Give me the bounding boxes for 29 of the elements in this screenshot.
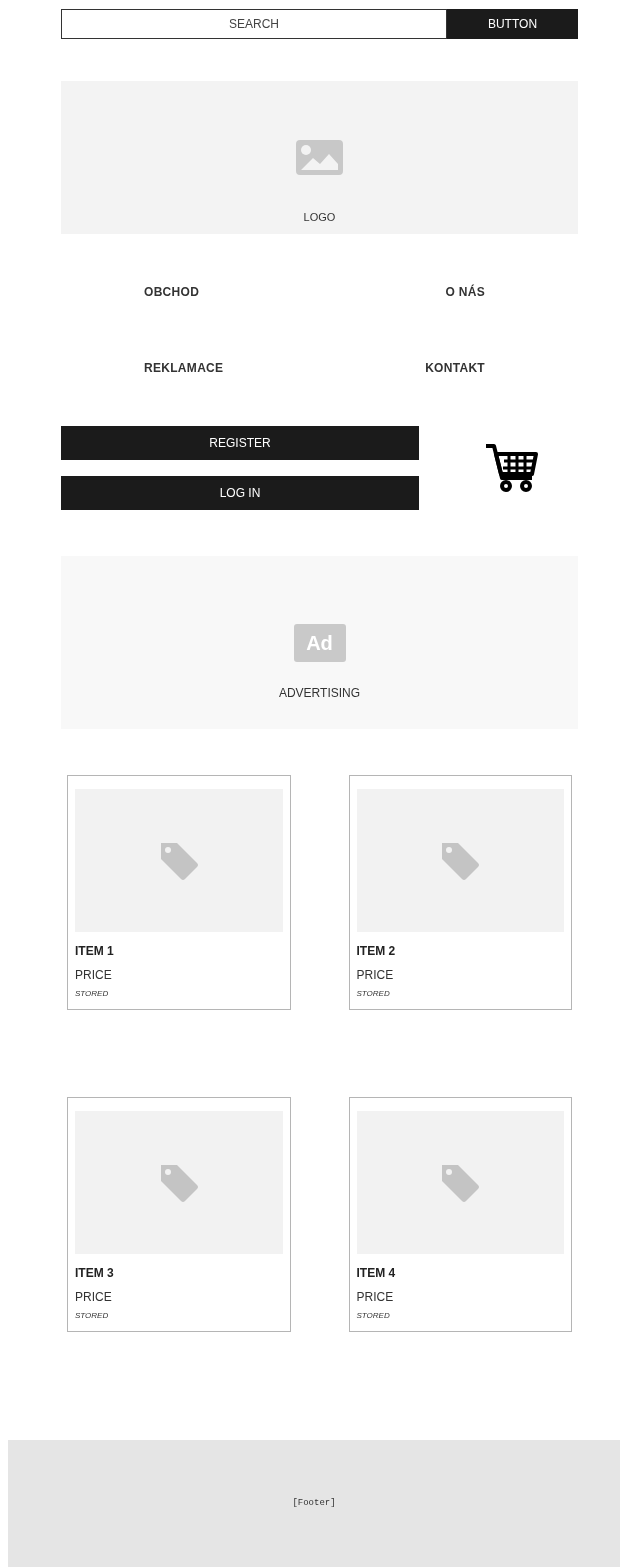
item-price: PRICE	[75, 967, 113, 984]
cart-icon[interactable]	[484, 442, 540, 494]
product-card[interactable]: ITEM 2 PRICE STORED	[348, 775, 572, 1010]
item-price: PRICE	[75, 1289, 113, 1306]
item-name: ITEM 4	[356, 1265, 397, 1282]
item-name: ITEM 3	[75, 1265, 115, 1282]
item-price: PRICE	[356, 1289, 395, 1306]
stock-status: STORED	[75, 988, 110, 1000]
footer-label: [Footer]	[292, 1496, 336, 1510]
nav-link[interactable]: REKLAMACE	[144, 359, 224, 377]
item-name: ITEM 2	[356, 943, 397, 960]
auth-button[interactable]: REGISTER	[61, 426, 419, 460]
auth-button[interactable]: LOG IN	[61, 476, 419, 510]
item-price: PRICE	[356, 967, 395, 984]
search-button[interactable]: BUTTON	[447, 9, 578, 39]
stock-status: STORED	[75, 1310, 110, 1322]
nav-link[interactable]: OBCHOD	[144, 283, 200, 301]
search-field[interactable]: SEARCH	[61, 9, 447, 39]
nav-link[interactable]: O NÁS	[445, 283, 485, 301]
stock-status: STORED	[356, 1310, 391, 1322]
image-icon	[296, 140, 343, 175]
logo-label: LOGO	[303, 210, 336, 225]
item-name: ITEM 1	[75, 943, 115, 960]
product-card[interactable]: ITEM 3 PRICE STORED	[67, 1097, 291, 1332]
nav-link[interactable]: KONTAKT	[425, 359, 485, 377]
product-card[interactable]: ITEM 4 PRICE STORED	[348, 1097, 572, 1332]
product-card[interactable]: ITEM 1 PRICE STORED	[67, 775, 291, 1010]
advertising-label: ADVERTISING	[278, 685, 361, 702]
stock-status: STORED	[356, 988, 391, 1000]
